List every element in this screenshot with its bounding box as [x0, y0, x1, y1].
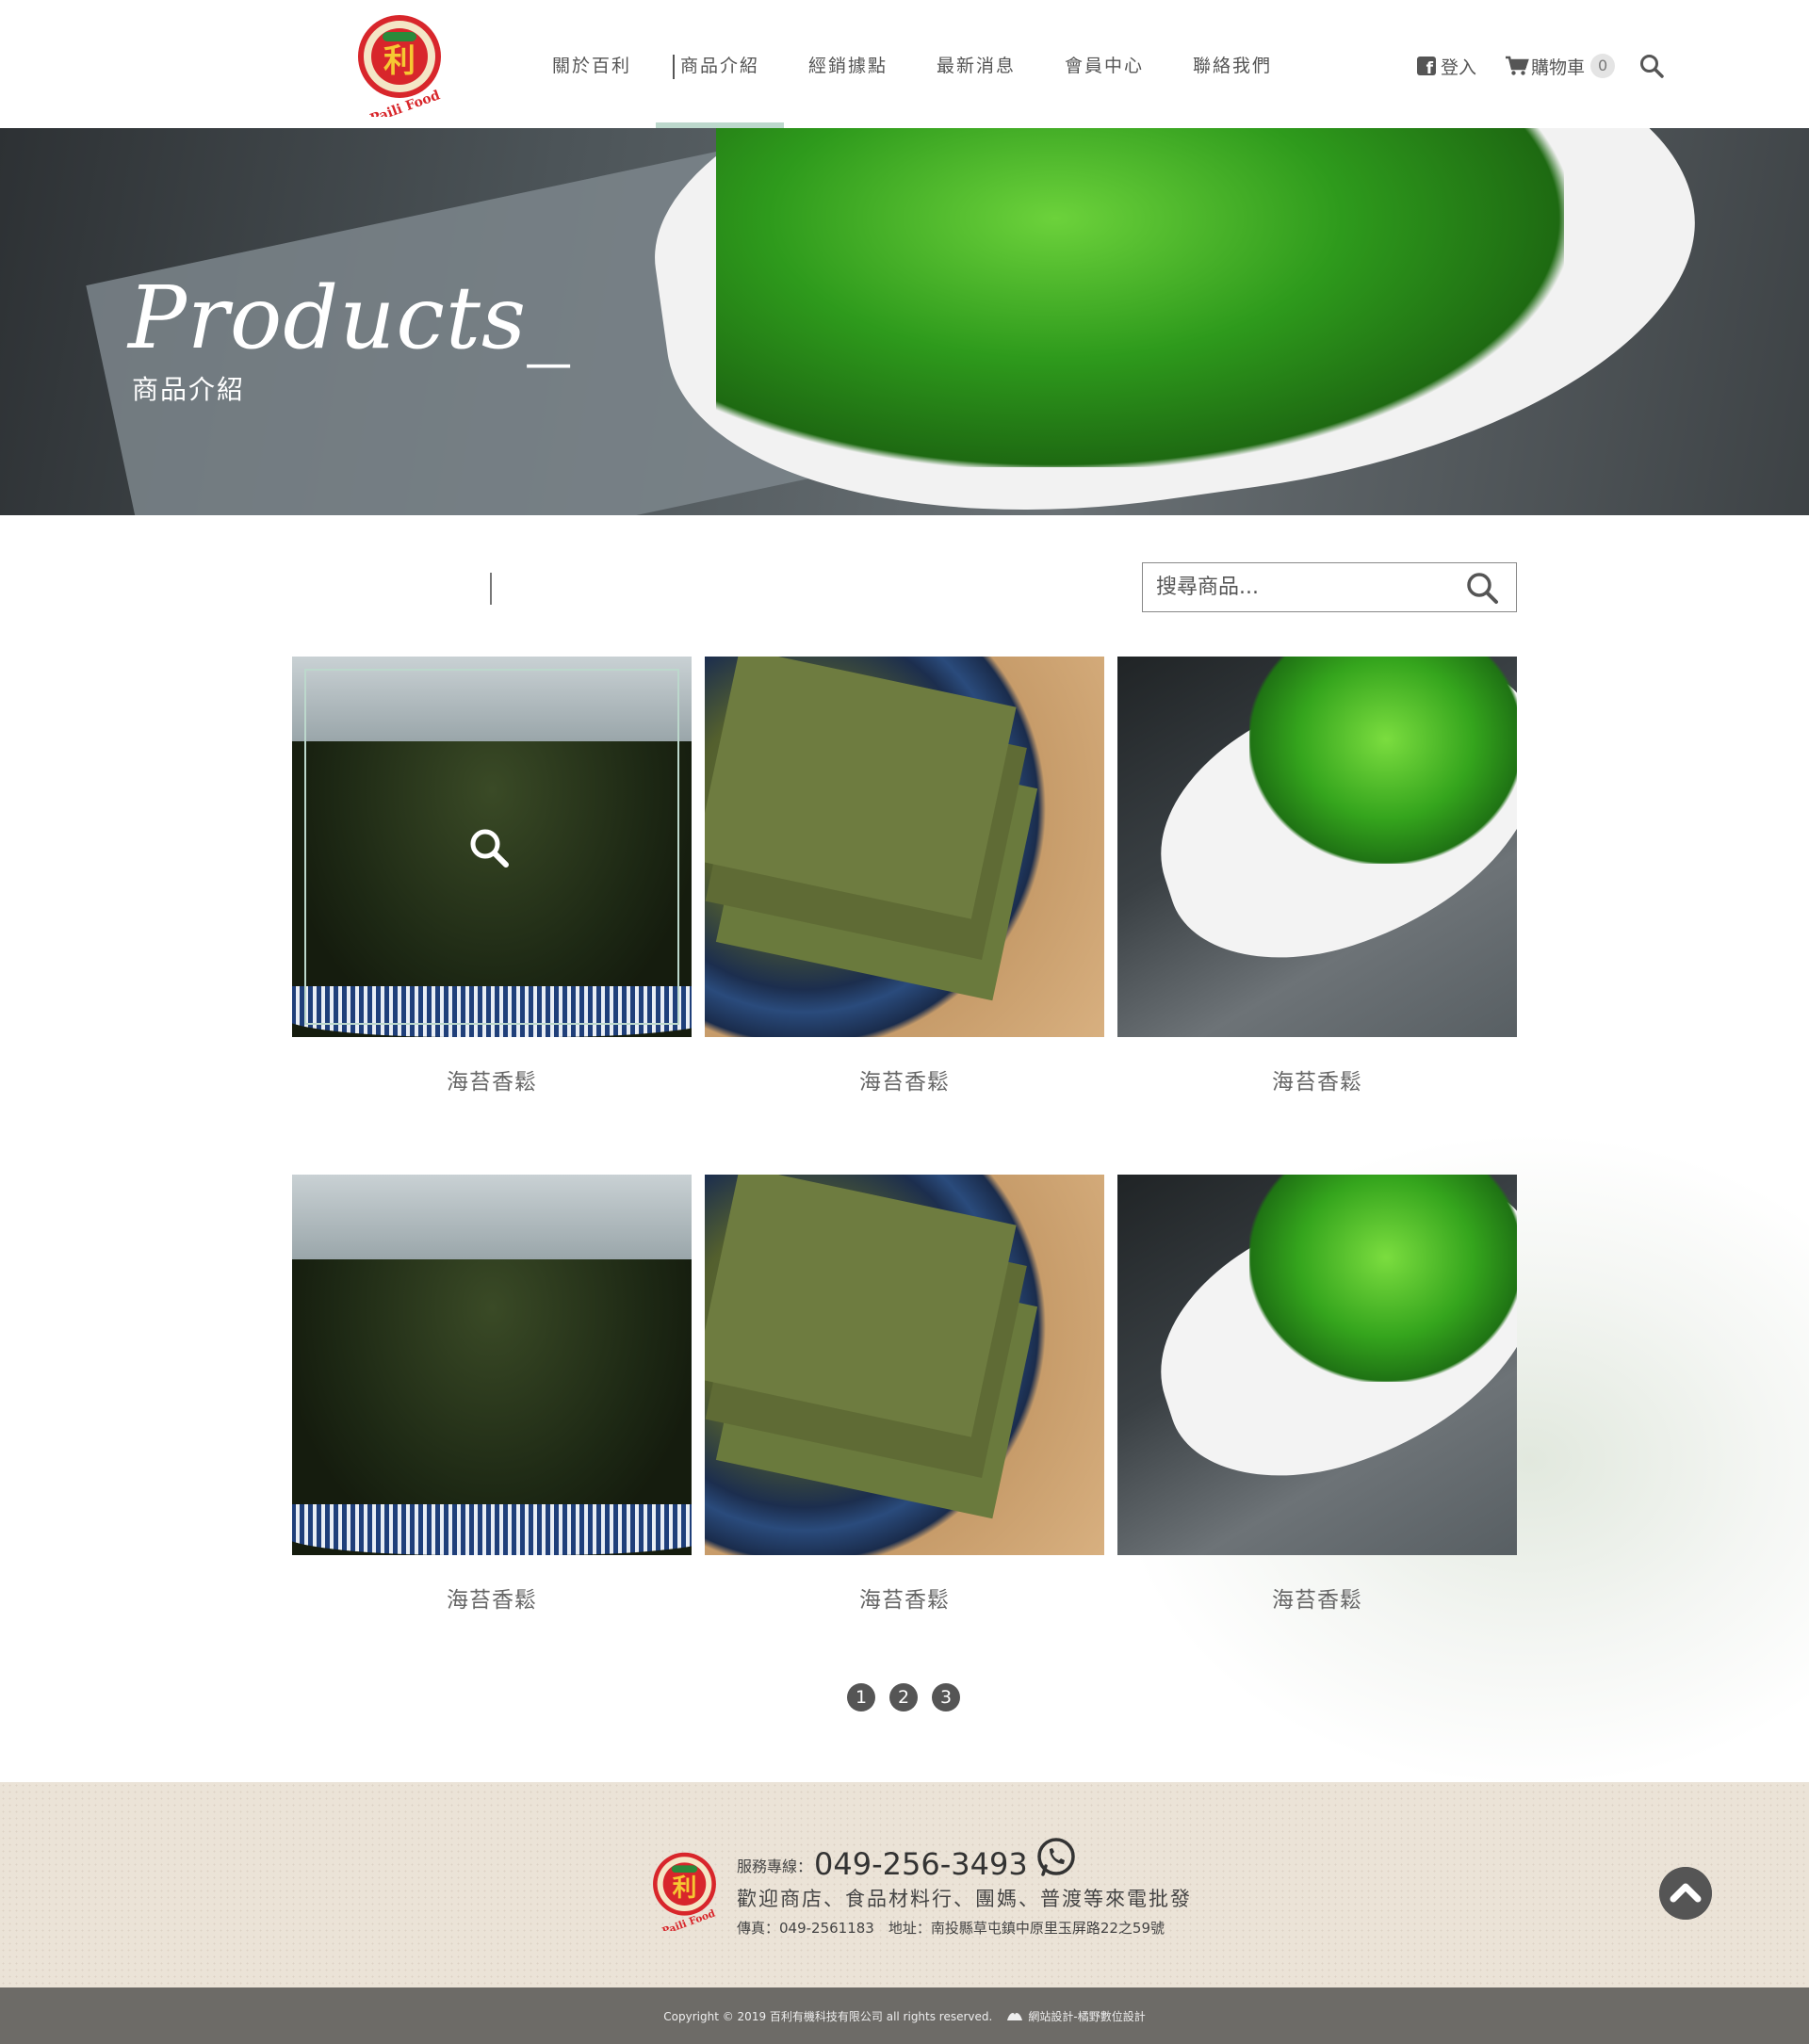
- banner-title: Products_: [128, 268, 572, 368]
- product-name[interactable]: 海苔香鬆: [1117, 1063, 1517, 1095]
- product-search-button[interactable]: [1463, 569, 1501, 607]
- wholesale-welcome: 歡迎商店、食品材料行、團媽、普渡等來電批發: [737, 1888, 1192, 1910]
- page-2-button[interactable]: 2: [889, 1683, 918, 1711]
- zoom-search-icon[interactable]: [467, 826, 511, 869]
- footer-contact-info: 服務專線： 049-256-3493 歡迎商店、食品材料行、團媽、普渡等來電批發…: [737, 1837, 1192, 1938]
- paili-food-logo[interactable]: 利 Paili Food: [354, 13, 448, 117]
- login-link[interactable]: 登入: [1417, 54, 1476, 79]
- page-3-button[interactable]: 3: [932, 1683, 960, 1711]
- designer-credit[interactable]: 網站設計-橘野數位設計: [1005, 2008, 1146, 2024]
- cart-icon: [1506, 56, 1529, 75]
- nav-member[interactable]: 會員中心: [1040, 0, 1168, 128]
- hotline-number[interactable]: 049-256-3493: [814, 1846, 1028, 1882]
- phone-icon[interactable]: [1035, 1837, 1077, 1878]
- svg-text:利: 利: [383, 42, 416, 80]
- footer-logo: 利 Paili Food: [653, 1852, 717, 1931]
- product-card[interactable]: 海苔香鬆: [705, 1175, 1104, 1614]
- login-label: 登入: [1441, 57, 1477, 78]
- back-to-top-icon[interactable]: [1659, 1867, 1712, 1920]
- designer-label: 網站設計-橘野數位設計: [1028, 2009, 1146, 2023]
- page-banner: Products_: [0, 128, 1809, 515]
- designer-logo-icon: [1007, 2013, 1023, 2020]
- nav-news[interactable]: 最新消息: [912, 0, 1040, 128]
- product-search-input[interactable]: [1143, 563, 1463, 611]
- product-name[interactable]: 海苔香鬆: [1117, 1582, 1517, 1614]
- header-tools: 登入 購物車 0: [1417, 49, 1664, 83]
- product-image[interactable]: [1117, 657, 1517, 1037]
- product-search: [1142, 562, 1517, 612]
- product-card[interactable]: 海苔香鬆: [292, 1175, 692, 1614]
- site-footer: 利 Paili Food 服務專線： 049-256-3493 歡迎商店、食品材…: [0, 1782, 1809, 1987]
- nav-products[interactable]: 商品介紹: [656, 0, 784, 128]
- product-name[interactable]: 海苔香鬆: [292, 1582, 692, 1614]
- svg-text:利: 利: [673, 1874, 697, 1902]
- nav-about[interactable]: 關於百利: [528, 0, 656, 128]
- search-icon[interactable]: [1639, 54, 1664, 78]
- pagination: 1 2 3: [847, 1683, 960, 1711]
- product-name[interactable]: 海苔香鬆: [705, 1063, 1104, 1095]
- main-nav: 關於百利 商品介紹 經銷據點 最新消息 會員中心 聯絡我們: [528, 0, 1296, 128]
- product-image[interactable]: [705, 657, 1104, 1037]
- product-image[interactable]: [292, 657, 692, 1037]
- product-image[interactable]: [292, 1175, 692, 1555]
- banner-subtitle: 商品介紹: [132, 374, 246, 405]
- hotline-label: 服務專線：: [737, 1857, 813, 1875]
- product-card[interactable]: 海苔香鬆: [1117, 657, 1517, 1095]
- nav-contact[interactable]: 聯絡我們: [1168, 0, 1296, 128]
- category-divider: [490, 573, 492, 605]
- product-image[interactable]: [1117, 1175, 1517, 1555]
- site-header: 利 Paili Food 關於百利 商品介紹 經銷據點 最新消息 會員中心 聯絡…: [0, 0, 1809, 128]
- product-card[interactable]: 海苔香鬆: [292, 657, 692, 1095]
- hotline-row: 服務專線： 049-256-3493: [737, 1837, 1192, 1882]
- fax-address: 傳真：049-2561183 地址：南投縣草屯鎮中原里玉屏路22之59號: [737, 1920, 1165, 1937]
- product-name[interactable]: 海苔香鬆: [705, 1582, 1104, 1614]
- cart-label: 購物車: [1531, 57, 1586, 78]
- page-1-button[interactable]: 1: [847, 1683, 875, 1711]
- copyright-text: Copyright © 2019 百利有機科技有限公司 all rights r…: [663, 2009, 993, 2023]
- copyright-bar: Copyright © 2019 百利有機科技有限公司 all rights r…: [0, 1987, 1809, 2044]
- nav-distributors[interactable]: 經銷據點: [784, 0, 912, 128]
- cart-link[interactable]: 購物車 0: [1476, 54, 1616, 79]
- product-card[interactable]: 海苔香鬆: [1117, 1175, 1517, 1614]
- banner-seaweed-decor: [716, 128, 1564, 467]
- product-name[interactable]: 海苔香鬆: [292, 1063, 692, 1095]
- facebook-icon: [1417, 57, 1436, 78]
- cart-count-badge: 0: [1590, 54, 1616, 78]
- product-image[interactable]: [705, 1175, 1104, 1555]
- product-card[interactable]: 海苔香鬆: [705, 657, 1104, 1095]
